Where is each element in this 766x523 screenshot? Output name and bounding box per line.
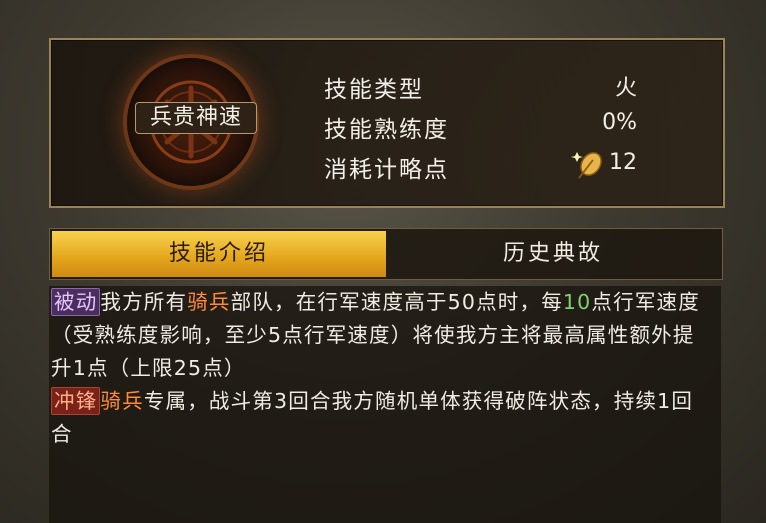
keyword-cavalry: 骑兵 xyxy=(187,290,231,314)
tab-bar: 技能介绍 历史典故 xyxy=(49,228,723,280)
stat-value-cost: 12 xyxy=(609,150,637,175)
charge-tag: 冲锋 xyxy=(51,387,101,415)
description-text: 被动 我方所有骑兵部队，在行军速度高于50点时，每10点行军速度（受熟练度影响，至… xyxy=(51,286,711,451)
desc-text-part: 我方所有 xyxy=(100,290,188,314)
tab-history[interactable]: 历史典故 xyxy=(386,231,720,277)
skill-info-panel: 兵贵神速 技能类型 火 技能熟练度 0% 消耗计略点 12 xyxy=(49,38,725,208)
skill-name-label: 兵贵神速 xyxy=(135,102,257,134)
keyword-number: 10 xyxy=(562,290,592,314)
stat-value-proficiency: 0% xyxy=(602,110,637,135)
stat-value-type: 火 xyxy=(614,76,637,101)
stat-label-proficiency: 技能熟练度 xyxy=(324,117,449,143)
passive-tag: 被动 xyxy=(51,288,101,316)
keyword-cavalry: 骑兵 xyxy=(100,389,144,413)
tab-skill-intro[interactable]: 技能介绍 xyxy=(52,231,386,277)
strategy-point-feather-icon xyxy=(571,146,607,184)
desc-text-part: 专属，战斗第3回合我方随机单体获得破阵状态，持续1回合 xyxy=(51,389,694,446)
skill-description: 被动 我方所有骑兵部队，在行军速度高于50点时，每10点行军速度（受熟练度影响，至… xyxy=(49,286,721,523)
stat-label-type: 技能类型 xyxy=(324,77,424,103)
desc-text-part: 部队，在行军速度高于50点时，每 xyxy=(230,290,563,314)
stat-label-cost: 消耗计略点 xyxy=(324,157,449,183)
